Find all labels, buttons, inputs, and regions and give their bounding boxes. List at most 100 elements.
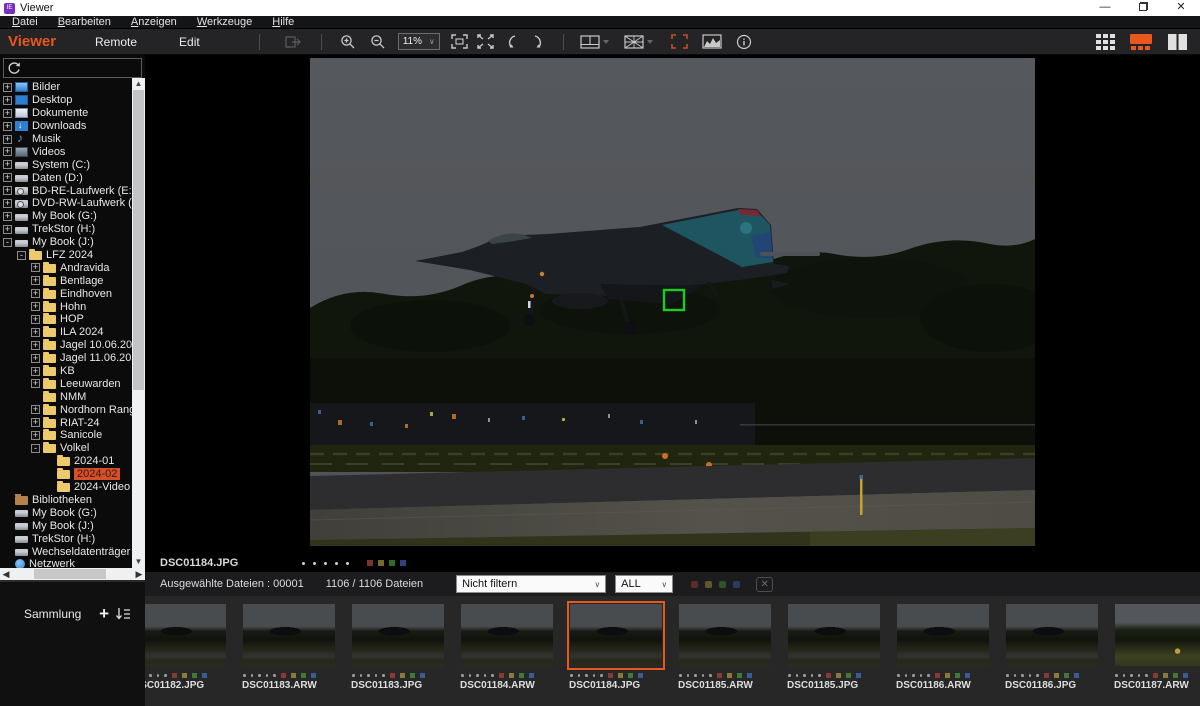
- status-color-label-dots[interactable]: [691, 581, 740, 588]
- color-label-icon[interactable]: [733, 581, 740, 588]
- menu-werkzeuge[interactable]: Werkzeuge: [187, 16, 262, 28]
- thumbnail-rating-dots[interactable]: [897, 673, 992, 678]
- tree-item[interactable]: + My Book (G:): [0, 210, 132, 223]
- expand-toggle-icon[interactable]: +: [3, 109, 12, 118]
- color-label-icon[interactable]: [618, 673, 623, 678]
- menu-datei[interactable]: Datei: [2, 16, 48, 28]
- thumbnail-image[interactable]: [461, 604, 553, 666]
- expand-toggle-icon[interactable]: +: [3, 199, 12, 208]
- rating-dot-icon[interactable]: [927, 674, 930, 677]
- rating-dot-icon[interactable]: [1021, 674, 1024, 677]
- rating-dot-icon[interactable]: [360, 674, 363, 677]
- rating-dot-icon[interactable]: [324, 562, 327, 565]
- color-label-icon[interactable]: [638, 673, 643, 678]
- rating-dot-icon[interactable]: [335, 562, 338, 565]
- color-label-icon[interactable]: [965, 673, 970, 678]
- thumbnail-rating-dots[interactable]: [243, 673, 338, 678]
- expand-toggle-icon[interactable]: +: [31, 302, 40, 311]
- rating-dot-icon[interactable]: [803, 674, 806, 677]
- tree-item[interactable]: Wechseldatenträger (L:): [0, 545, 132, 558]
- tree-item[interactable]: + Desktop: [0, 94, 132, 107]
- filmstrip-item[interactable]: DSC01187.ARW: [1112, 601, 1200, 691]
- refresh-button[interactable]: [3, 58, 142, 78]
- thumbnail-rating-dots[interactable]: [570, 673, 665, 678]
- expand-toggle-icon[interactable]: +: [3, 122, 12, 131]
- color-label-icon[interactable]: [856, 673, 861, 678]
- color-label-icon[interactable]: [628, 673, 633, 678]
- thumbnail-rating-dots[interactable]: [679, 673, 774, 678]
- expand-toggle-icon[interactable]: +: [3, 160, 12, 169]
- histogram-button[interactable]: [699, 31, 725, 53]
- rating-dot-icon[interactable]: [484, 674, 487, 677]
- color-label-dots[interactable]: [367, 560, 406, 566]
- thumbnail-image[interactable]: [570, 604, 662, 666]
- rating-dot-icon[interactable]: [585, 674, 588, 677]
- tree-item[interactable]: + Jagel 11.06.2024: [0, 352, 132, 365]
- rating-dot-icon[interactable]: [687, 674, 690, 677]
- rating-dot-icon[interactable]: [243, 674, 246, 677]
- rating-dot-icon[interactable]: [1130, 674, 1133, 677]
- minimize-button[interactable]: —: [1086, 0, 1124, 16]
- color-label-icon[interactable]: [509, 673, 514, 678]
- rating-dot-icon[interactable]: [149, 674, 152, 677]
- fit-to-screen-button[interactable]: [447, 31, 473, 53]
- expand-toggle-icon[interactable]: +: [31, 354, 40, 363]
- thumbnail-image[interactable]: [1115, 604, 1200, 666]
- expand-toggle-icon[interactable]: +: [31, 263, 40, 272]
- rating-dot-icon[interactable]: [811, 674, 814, 677]
- rotate-left-button[interactable]: [499, 31, 525, 53]
- rating-dot-icon[interactable]: [570, 674, 573, 677]
- rating-dot-icon[interactable]: [346, 562, 349, 565]
- color-label-icon[interactable]: [410, 673, 415, 678]
- chevron-down-icon[interactable]: [603, 40, 609, 44]
- tree-item[interactable]: + Eindhoven: [0, 287, 132, 300]
- zoom-level-combo[interactable]: 11% ∨: [398, 33, 440, 50]
- tree-horizontal-scrollbar[interactable]: ◀ ▶: [0, 568, 145, 580]
- color-label-icon[interactable]: [1064, 673, 1069, 678]
- rating-dot-icon[interactable]: [694, 674, 697, 677]
- color-label-icon[interactable]: [608, 673, 613, 678]
- rating-dot-icon[interactable]: [1115, 674, 1118, 677]
- rating-dot-icon[interactable]: [578, 674, 581, 677]
- thumbnail-image[interactable]: [243, 604, 335, 666]
- rating-dot-icon[interactable]: [1036, 674, 1039, 677]
- color-label-icon[interactable]: [1153, 673, 1158, 678]
- tree-item[interactable]: Netzwerk: [0, 558, 132, 568]
- tree-item[interactable]: + Leeuwarden: [0, 377, 132, 390]
- rating-dot-icon[interactable]: [313, 562, 316, 565]
- rating-dot-icon[interactable]: [461, 674, 464, 677]
- chevron-down-icon[interactable]: [647, 40, 653, 44]
- tree-item[interactable]: + RIAT-24: [0, 416, 132, 429]
- color-label-icon[interactable]: [717, 673, 722, 678]
- expand-toggle-icon[interactable]: +: [3, 96, 12, 105]
- tree-item[interactable]: + TrekStor (H:): [0, 223, 132, 236]
- color-label-icon[interactable]: [1044, 673, 1049, 678]
- scroll-left-icon[interactable]: ◀: [0, 569, 12, 580]
- color-label-icon[interactable]: [1054, 673, 1059, 678]
- expand-toggle-icon[interactable]: -: [31, 444, 40, 453]
- color-label-icon[interactable]: [955, 673, 960, 678]
- color-label-icon[interactable]: [390, 673, 395, 678]
- filmstrip-item[interactable]: DSC01183.ARW: [240, 601, 338, 691]
- rating-dot-icon[interactable]: [273, 674, 276, 677]
- rating-dot-icon[interactable]: [469, 674, 472, 677]
- color-label-icon[interactable]: [727, 673, 732, 678]
- expand-toggle-icon[interactable]: +: [31, 315, 40, 324]
- scroll-up-icon[interactable]: ▲: [132, 78, 145, 90]
- tree-item[interactable]: - LFZ 2024: [0, 249, 132, 262]
- rating-dot-icon[interactable]: [1006, 674, 1009, 677]
- filmstrip-item[interactable]: DSC01184.JPG: [567, 601, 665, 691]
- rating-dot-icon[interactable]: [1123, 674, 1126, 677]
- color-label-icon[interactable]: [400, 673, 405, 678]
- filmstrip-item[interactable]: DSC01186.ARW: [894, 601, 992, 691]
- add-collection-button[interactable]: +: [99, 604, 109, 624]
- color-label-icon[interactable]: [1074, 673, 1079, 678]
- rating-dot-icon[interactable]: [476, 674, 479, 677]
- tree-item[interactable]: + Jagel 10.06.2024: [0, 339, 132, 352]
- color-label-icon[interactable]: [499, 673, 504, 678]
- tree-item[interactable]: + Musik: [0, 133, 132, 146]
- tab-remote[interactable]: Remote: [74, 35, 158, 49]
- thumbnail-rating-dots[interactable]: [145, 673, 229, 678]
- tree-item[interactable]: + System (C:): [0, 158, 132, 171]
- rating-dot-icon[interactable]: [788, 674, 791, 677]
